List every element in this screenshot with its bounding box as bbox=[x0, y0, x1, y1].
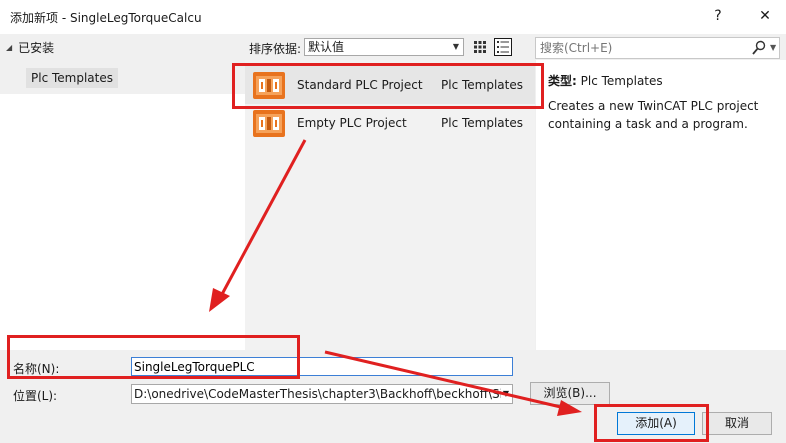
location-label: 位置(L): bbox=[13, 389, 58, 403]
plc-project-icon bbox=[253, 72, 285, 99]
template-name: Standard PLC Project bbox=[297, 78, 423, 92]
grid-view-button[interactable] bbox=[471, 38, 489, 56]
type-row: 类型: Plc Templates bbox=[548, 72, 663, 89]
location-value: D:\onedrive\CodeMasterThesis\chapter3\Ba… bbox=[134, 387, 503, 401]
category-tree-pane: ◢ 已安装 Plc Templates bbox=[0, 34, 245, 350]
search-icon[interactable] bbox=[752, 40, 766, 56]
sort-label: 排序依据: bbox=[249, 42, 302, 56]
cancel-button[interactable]: 取消 bbox=[702, 412, 772, 435]
sort-dropdown[interactable]: 默认值 ▼ bbox=[304, 38, 464, 56]
type-value: Plc Templates bbox=[580, 74, 663, 88]
plc-project-icon bbox=[253, 110, 285, 137]
tree-item-plc-templates[interactable]: Plc Templates bbox=[26, 68, 118, 88]
tree-empty-area bbox=[0, 94, 245, 350]
template-category: Plc Templates bbox=[441, 116, 523, 130]
template-category: Plc Templates bbox=[441, 78, 523, 92]
name-label: 名称(N): bbox=[13, 362, 60, 376]
grid-view-icon bbox=[474, 41, 486, 53]
installed-label: 已安装 bbox=[18, 40, 55, 55]
title-bar: 添加新项 - SingleLegTorqueCalcu ? ✕ bbox=[0, 0, 786, 34]
sort-toolbar: 排序依据: 默认值 ▼ bbox=[245, 34, 535, 60]
chevron-down-icon: ▼ bbox=[500, 385, 509, 403]
search-input[interactable] bbox=[536, 38, 736, 58]
location-dropdown[interactable]: D:\onedrive\CodeMasterThesis\chapter3\Ba… bbox=[131, 384, 513, 404]
help-button[interactable]: ? bbox=[706, 6, 730, 26]
tree-item-label: Plc Templates bbox=[31, 71, 113, 85]
window-title: 添加新项 - SingleLegTorqueCalcu bbox=[10, 11, 202, 25]
template-description: Creates a new TwinCAT PLC project contai… bbox=[548, 99, 759, 131]
list-view-button[interactable] bbox=[494, 38, 512, 56]
item-form: 名称(N): 位置(L): D:\onedrive\CodeMasterThes… bbox=[0, 350, 786, 443]
name-input[interactable] bbox=[131, 357, 513, 376]
template-list: Standard PLC Project Plc Templates Empty… bbox=[245, 60, 535, 350]
template-details-pane: 类型: Plc Templates Creates a new TwinCAT … bbox=[536, 60, 786, 350]
expand-caret-icon[interactable]: ◢ bbox=[6, 43, 12, 52]
add-button[interactable]: 添加(A) bbox=[617, 412, 695, 435]
type-label: 类型: bbox=[548, 74, 577, 88]
installed-node[interactable]: ◢ 已安装 bbox=[6, 39, 54, 55]
close-button[interactable]: ✕ bbox=[752, 6, 778, 26]
search-options-chevron-icon[interactable]: ▼ bbox=[770, 43, 776, 52]
template-name: Empty PLC Project bbox=[297, 116, 407, 130]
sort-value: 默认值 bbox=[308, 40, 345, 54]
template-item-standard-plc-project[interactable]: Standard PLC Project Plc Templates bbox=[245, 66, 535, 104]
list-view-icon bbox=[497, 41, 509, 53]
chevron-down-icon: ▼ bbox=[452, 42, 459, 51]
browse-button[interactable]: 浏览(B)... bbox=[530, 382, 610, 405]
search-box: ▼ bbox=[535, 37, 780, 59]
template-item-empty-plc-project[interactable]: Empty PLC Project Plc Templates bbox=[245, 104, 535, 142]
